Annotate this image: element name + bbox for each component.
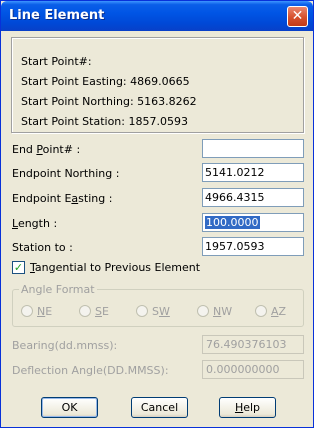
check-mark-icon: ✓: [13, 261, 24, 274]
start-point-northing: Start Point Northing: 5163.8262: [21, 95, 197, 108]
deflection-angle-label: Deflection Angle(DD.MMSS):: [12, 364, 169, 377]
station-to-field[interactable]: 1957.0593: [202, 237, 304, 256]
start-point-info-box: Start Point#: Start Point Easting: 4869.…: [11, 37, 304, 133]
radio-circle-icon: [255, 305, 267, 317]
line-element-dialog: Line Element ✕ Start Point#: Start Point…: [0, 0, 314, 428]
help-button[interactable]: Help: [219, 397, 276, 418]
endpoint-easting-field[interactable]: 4966.4315: [202, 188, 304, 207]
radio-circle-icon: [197, 305, 209, 317]
bearing-field: 76.490376103: [202, 335, 304, 354]
title-bar[interactable]: Line Element ✕: [1, 1, 313, 31]
start-point-station: Start Point Station: 1857.0593: [21, 115, 188, 128]
dialog-title: Line Element: [9, 8, 105, 23]
start-point-number: Start Point#:: [21, 55, 92, 68]
angle-format-group: Angle Format NE SE SW NW AZ: [12, 283, 304, 327]
radio-circle-icon: [21, 305, 33, 317]
station-to-label: Station to :: [12, 241, 73, 254]
length-field[interactable]: 100.0000: [202, 213, 304, 232]
radio-circle-icon: [79, 305, 91, 317]
radio-ne[interactable]: NE: [21, 305, 52, 318]
radio-circle-icon: [136, 305, 148, 317]
tangential-label: Tangential to Previous Element: [30, 261, 201, 274]
radio-az[interactable]: AZ: [255, 305, 286, 318]
end-point-field[interactable]: [202, 139, 304, 158]
cancel-button[interactable]: Cancel: [131, 397, 188, 418]
radio-sw[interactable]: SW: [136, 305, 170, 318]
ok-button[interactable]: OK: [41, 397, 98, 418]
length-value-selected: 100.0000: [205, 216, 260, 229]
deflection-angle-field: 0.000000000: [202, 360, 304, 379]
end-point-label: End Point# :: [12, 143, 81, 156]
angle-format-title: Angle Format: [19, 283, 97, 296]
endpoint-northing-label: Endpoint Northing :: [12, 167, 120, 180]
close-icon: ✕: [291, 8, 304, 24]
endpoint-northing-field[interactable]: 5141.0212: [202, 163, 304, 182]
endpoint-easting-label: Endpoint Easting :: [12, 192, 113, 205]
bearing-label: Bearing(dd.mmss):: [12, 339, 118, 352]
radio-nw[interactable]: NW: [197, 305, 232, 318]
start-point-easting: Start Point Easting: 4869.0665: [21, 75, 190, 88]
close-button[interactable]: ✕: [287, 6, 308, 27]
radio-se[interactable]: SE: [79, 305, 109, 318]
tangential-checkbox[interactable]: ✓: [12, 261, 25, 274]
length-label: Length :: [12, 217, 58, 230]
